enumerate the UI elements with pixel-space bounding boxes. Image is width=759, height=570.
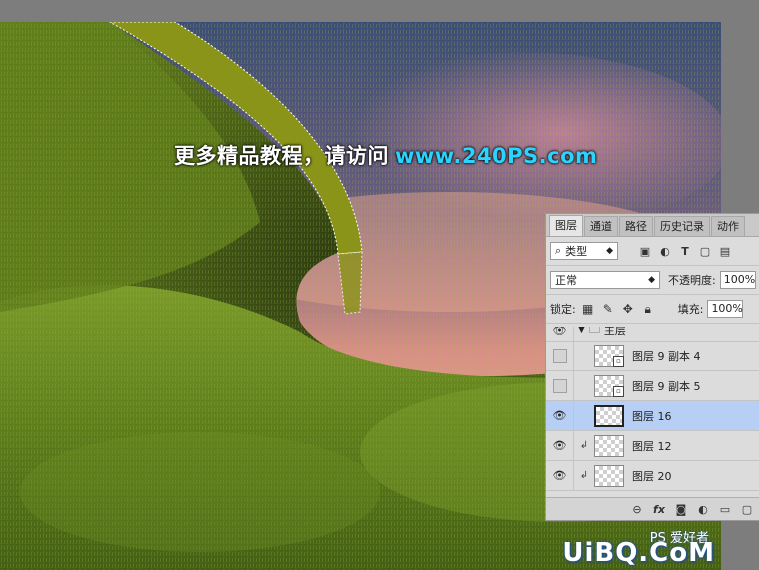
tab-history[interactable]: 历史记录: [654, 216, 710, 236]
visibility-toggle[interactable]: [546, 371, 574, 400]
layer-name: 图层 12: [632, 439, 672, 453]
visibility-toggle[interactable]: 👁︎: [546, 401, 574, 430]
watermark-url: www.240PS.com: [395, 144, 598, 168]
adjustment-icon[interactable]: ◐: [692, 500, 714, 518]
layer-thumbnail: [594, 404, 624, 427]
panel-tabs: 图层 通道 路径 历史记录 动作: [546, 214, 759, 237]
visibility-toggle[interactable]: [546, 341, 574, 370]
visibility-toggle[interactable]: 👁︎: [546, 431, 574, 460]
clipping-arrow-icon: ↲: [579, 440, 589, 451]
tab-layers[interactable]: 图层: [549, 215, 583, 236]
filter-kind-select[interactable]: ⌕ 类型 ◆: [550, 242, 618, 260]
smart-object-icon: ▫: [613, 385, 624, 397]
image-filter-icon[interactable]: ▣: [636, 242, 654, 260]
blend-mode-select[interactable]: 正常 ◆: [550, 271, 660, 289]
lock-label: 锁定:: [550, 303, 576, 316]
layer-name: 图层 20: [632, 469, 672, 483]
layer-name: 图层 16: [632, 409, 672, 423]
filter-kind-label: 类型: [565, 245, 588, 258]
folder-icon: 🗀: [588, 327, 600, 336]
watermark-logo: UiBQ.CoM: [562, 538, 715, 568]
eye-icon: 👁︎: [552, 409, 567, 422]
watermark-banner: 更多精品教程，请访问 www.240PS.com: [174, 140, 597, 170]
lock-transparency-icon[interactable]: ▦: [580, 301, 596, 317]
mask-icon[interactable]: ◙: [670, 500, 692, 518]
group-name: 主层: [603, 327, 626, 337]
smart-object-icon: ▫: [613, 355, 624, 367]
layer-row[interactable]: 👁︎ ↲ 图层 12: [546, 431, 759, 461]
eye-icon: 👁︎: [552, 469, 567, 482]
fx-icon[interactable]: fx: [648, 500, 670, 518]
layer-name: 图层 9 副本 5: [632, 379, 701, 393]
shape-filter-icon[interactable]: ▢: [696, 242, 714, 260]
lock-paint-icon[interactable]: ✎: [600, 301, 616, 317]
layer-row[interactable]: 👁︎ ↲ 图层 20: [546, 461, 759, 491]
layer-thumbnail: [594, 464, 624, 487]
tab-actions[interactable]: 动作: [711, 216, 745, 236]
layer-group-row[interactable]: 👁︎ ▼ 🗀 主层: [546, 327, 759, 342]
eye-icon: 👁︎: [552, 439, 567, 452]
hidden-box-icon: [552, 378, 567, 393]
link-icon[interactable]: ⊖: [626, 500, 648, 518]
layer-row[interactable]: ▫ 图层 9 副本 4: [546, 341, 759, 371]
lock-position-icon[interactable]: ✥: [620, 301, 636, 317]
layer-name: 图层 9 副本 4: [632, 349, 701, 363]
layer-thumbnail: ▫: [594, 344, 624, 367]
tab-channels[interactable]: 通道: [584, 216, 618, 236]
layer-row-selected[interactable]: 👁︎ 图层 16: [546, 401, 759, 431]
lock-all-icon[interactable]: 🔒︎: [640, 301, 656, 317]
opacity-input[interactable]: 100%: [719, 271, 756, 289]
smart-object-filter-icon[interactable]: ▤: [716, 242, 734, 260]
layer-thumbnail: ▫: [594, 374, 624, 397]
search-icon: ⌕: [555, 244, 562, 257]
blend-row: 正常 ◆ 不透明度: 100%: [546, 266, 759, 295]
chevron-down-icon: ◆: [648, 275, 655, 285]
lock-row: 锁定: ▦ ✎ ✥ 🔒︎ 填充: 100%: [546, 295, 759, 324]
tab-paths[interactable]: 路径: [619, 216, 653, 236]
visibility-toggle[interactable]: 👁︎: [546, 327, 574, 341]
watermark-text: 更多精品教程，请访问: [174, 144, 389, 168]
eye-icon: 👁︎: [552, 327, 567, 337]
new-layer-icon[interactable]: ▢: [736, 500, 758, 518]
adjustment-filter-icon[interactable]: ◐: [656, 242, 674, 260]
opacity-label: 不透明度:: [668, 274, 716, 287]
visibility-toggle[interactable]: 👁︎: [546, 461, 574, 490]
clipping-arrow-icon: ↲: [579, 470, 589, 481]
layers-panel: 图层 通道 路径 历史记录 动作 ⌕ 类型 ◆ ▣ ◐ T ▢ ▤ 正常 ◆ 不…: [545, 213, 759, 521]
filter-row: ⌕ 类型 ◆ ▣ ◐ T ▢ ▤: [546, 237, 759, 266]
folder-icon[interactable]: ▭: [714, 500, 736, 518]
layers-list[interactable]: 👁︎ ▼ 🗀 主层 ▫ 图层 9 副本 4 ▫ 图层 9 副本 5 👁︎ 图层 …: [546, 327, 759, 497]
blend-mode-value: 正常: [555, 274, 577, 287]
hidden-box-icon: [552, 348, 567, 363]
type-filter-icon[interactable]: T: [676, 242, 694, 260]
layer-row[interactable]: ▫ 图层 9 副本 5: [546, 371, 759, 401]
fill-input[interactable]: 100%: [707, 300, 744, 318]
layer-thumbnail: [594, 434, 624, 457]
fill-label: 填充:: [677, 303, 704, 316]
chevron-down-icon: ◆: [606, 246, 613, 256]
panel-bottom-bar: ⊖ fx ◙ ◐ ▭ ▢: [546, 497, 759, 520]
expand-triangle-icon[interactable]: ▼: [578, 327, 585, 335]
